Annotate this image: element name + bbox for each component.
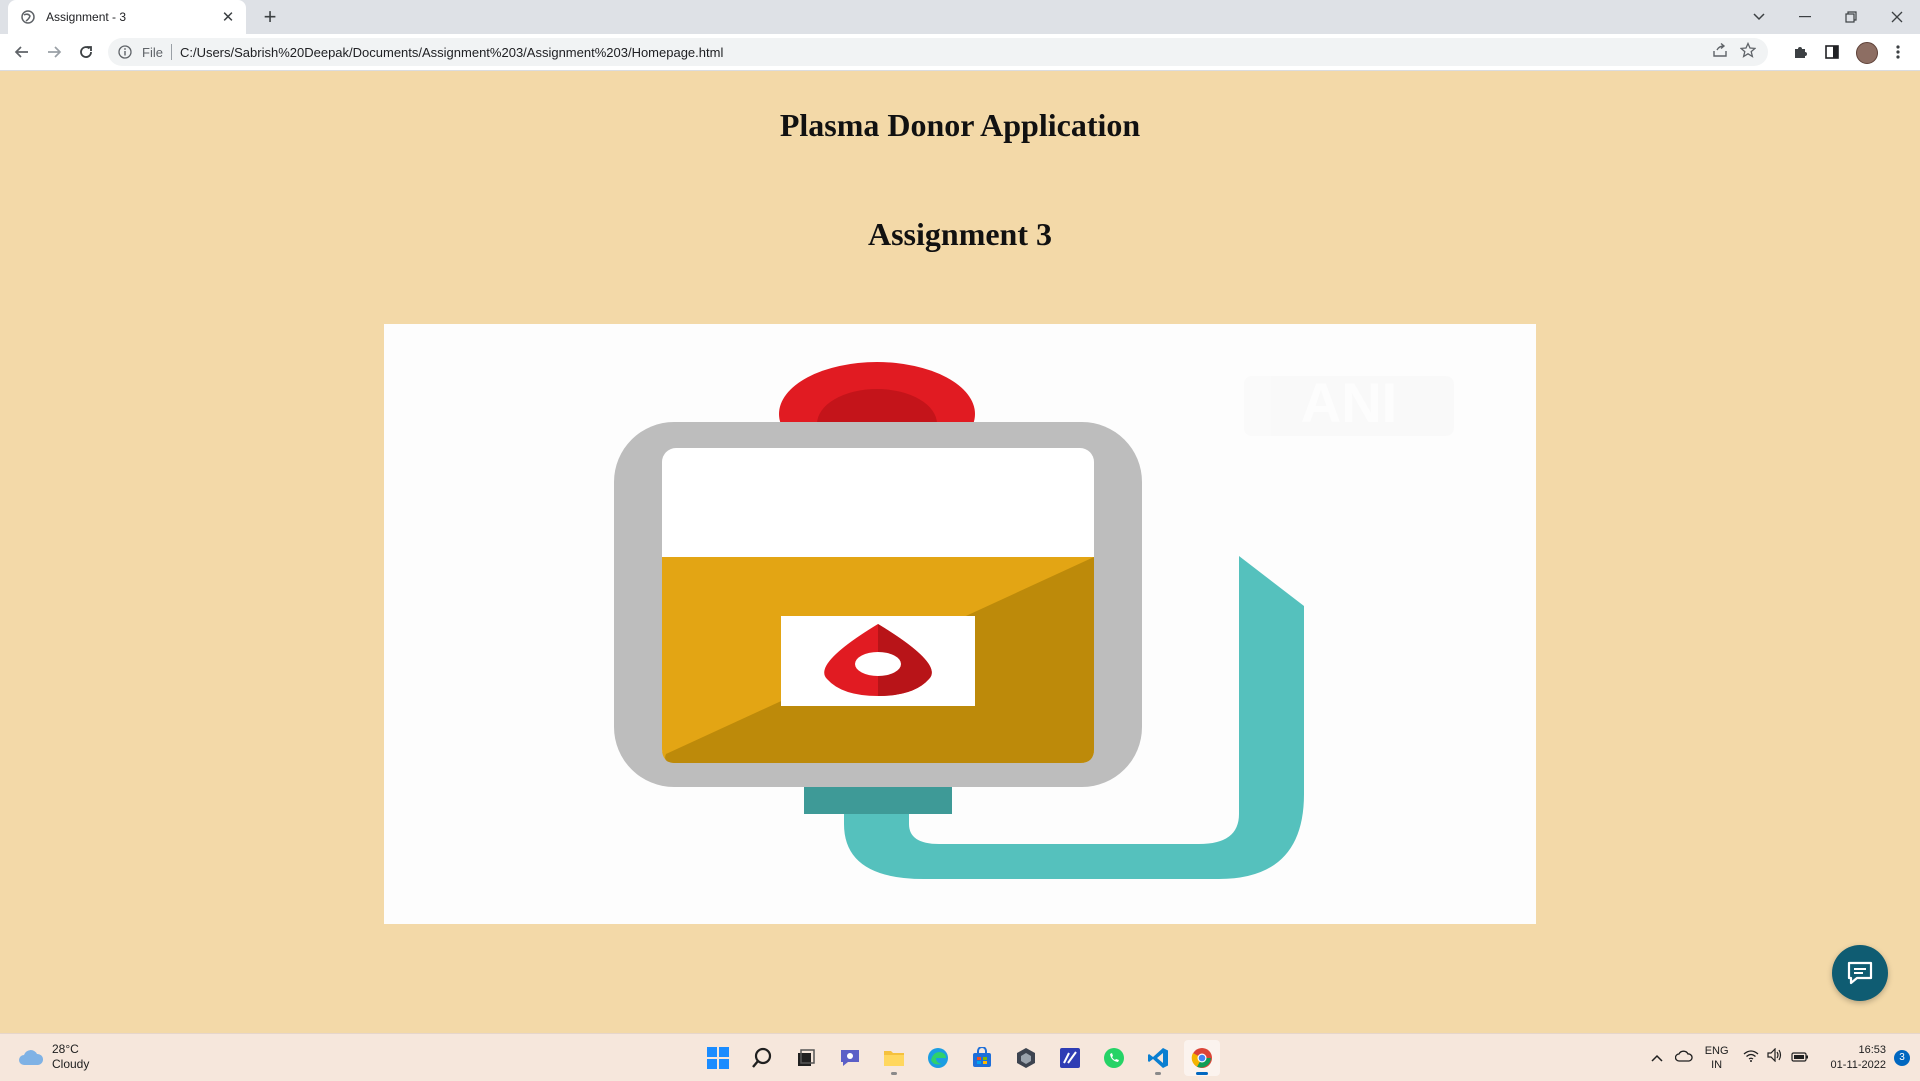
language-indicator[interactable]: ENG IN: [1705, 1044, 1729, 1072]
tab-title: Assignment - 3: [46, 10, 127, 24]
close-window-button[interactable]: [1874, 0, 1920, 34]
forward-arrow-icon[interactable]: [42, 40, 66, 64]
address-bar[interactable]: File C:/Users/Sabrish%20Deepak/Documents…: [108, 38, 1768, 66]
watermark-logo: ANI: [1244, 371, 1454, 436]
assignment-heading: Assignment 3: [867, 216, 1052, 252]
kebab-menu-icon[interactable]: [1888, 42, 1908, 62]
taskbar-apps: [700, 1040, 1220, 1076]
notes-icon[interactable]: [1052, 1040, 1088, 1076]
share-icon[interactable]: [1712, 42, 1728, 63]
new-tab-button[interactable]: +: [258, 4, 282, 29]
language-code: ENG: [1704, 1044, 1729, 1057]
globe-icon: [20, 9, 36, 25]
chat-button[interactable]: [1832, 945, 1888, 1001]
start-icon[interactable]: [700, 1040, 736, 1076]
tab-search-icon[interactable]: [1736, 0, 1782, 34]
app-icon[interactable]: [1008, 1040, 1044, 1076]
chevron-up-icon[interactable]: [1651, 1049, 1663, 1067]
system-tray: ENG IN 16:53 01-11-2022 3: [1651, 1034, 1920, 1081]
whatsapp-icon[interactable]: [1096, 1040, 1132, 1076]
onedrive-cloud-icon[interactable]: [1674, 1049, 1693, 1067]
notification-badge[interactable]: 3: [1894, 1049, 1910, 1066]
page-title: Plasma Donor Application: [779, 107, 1141, 143]
address-scheme-label: File: [142, 44, 163, 60]
address-bar-actions: [1712, 41, 1757, 63]
browser-tab-strip: Assignment - 3 ✕ +: [0, 0, 1920, 34]
side-panel-icon[interactable]: [1822, 42, 1842, 62]
plasma-bag-image: ANI: [384, 324, 1536, 924]
file-explorer-icon[interactable]: [876, 1040, 912, 1076]
profile-avatar[interactable]: [1856, 42, 1878, 64]
chrome-icon[interactable]: [1184, 1040, 1220, 1076]
clock[interactable]: 16:53 01-11-2022: [1831, 1043, 1886, 1073]
extensions-puzzle-icon[interactable]: [1790, 42, 1810, 62]
bookmark-star-icon[interactable]: [1739, 41, 1757, 63]
weather-widget[interactable]: 28°C Cloudy: [18, 1042, 89, 1072]
restore-button[interactable]: [1828, 0, 1874, 34]
tab-close-icon[interactable]: ✕: [218, 7, 238, 27]
weather-description: Cloudy: [52, 1057, 90, 1071]
store-icon[interactable]: [964, 1040, 1000, 1076]
minimize-button[interactable]: [1782, 0, 1828, 34]
address-divider: [170, 44, 172, 60]
clock-time: 16:53: [1858, 1043, 1886, 1056]
url-text[interactable]: C:/Users/Sabrish%20Deepak/Documents/Assi…: [180, 45, 1712, 60]
svg-text:ANI: ANI: [1301, 371, 1397, 434]
cloud-icon: [19, 1050, 44, 1065]
browser-toolbar: File C:/Users/Sabrish%20Deepak/Documents…: [0, 34, 1920, 71]
clock-date: 01-11-2022: [1830, 1058, 1886, 1071]
taskbar: 28°C Cloudy ENG IN 16:53 01-11-2022 3: [0, 1033, 1920, 1081]
info-icon[interactable]: [118, 44, 134, 60]
weather-temperature: 28°C: [52, 1042, 79, 1056]
chat-bubble-icon: [1847, 961, 1873, 985]
region-code: IN: [1711, 1058, 1723, 1071]
page-content: Plasma Donor Application Assignment 3 AN…: [0, 71, 1920, 1033]
edge-icon[interactable]: [920, 1040, 956, 1076]
back-arrow-icon[interactable]: [10, 40, 34, 64]
wifi-icon[interactable]: [1743, 1049, 1759, 1067]
battery-icon[interactable]: [1790, 1049, 1809, 1067]
volume-icon[interactable]: [1766, 1047, 1783, 1067]
reload-icon[interactable]: [74, 40, 98, 64]
task-view-icon[interactable]: [788, 1040, 824, 1076]
chat-icon[interactable]: [832, 1040, 868, 1076]
browser-tab[interactable]: Assignment - 3 ✕: [8, 0, 246, 34]
vscode-icon[interactable]: [1140, 1040, 1176, 1076]
search-icon[interactable]: [744, 1040, 780, 1076]
